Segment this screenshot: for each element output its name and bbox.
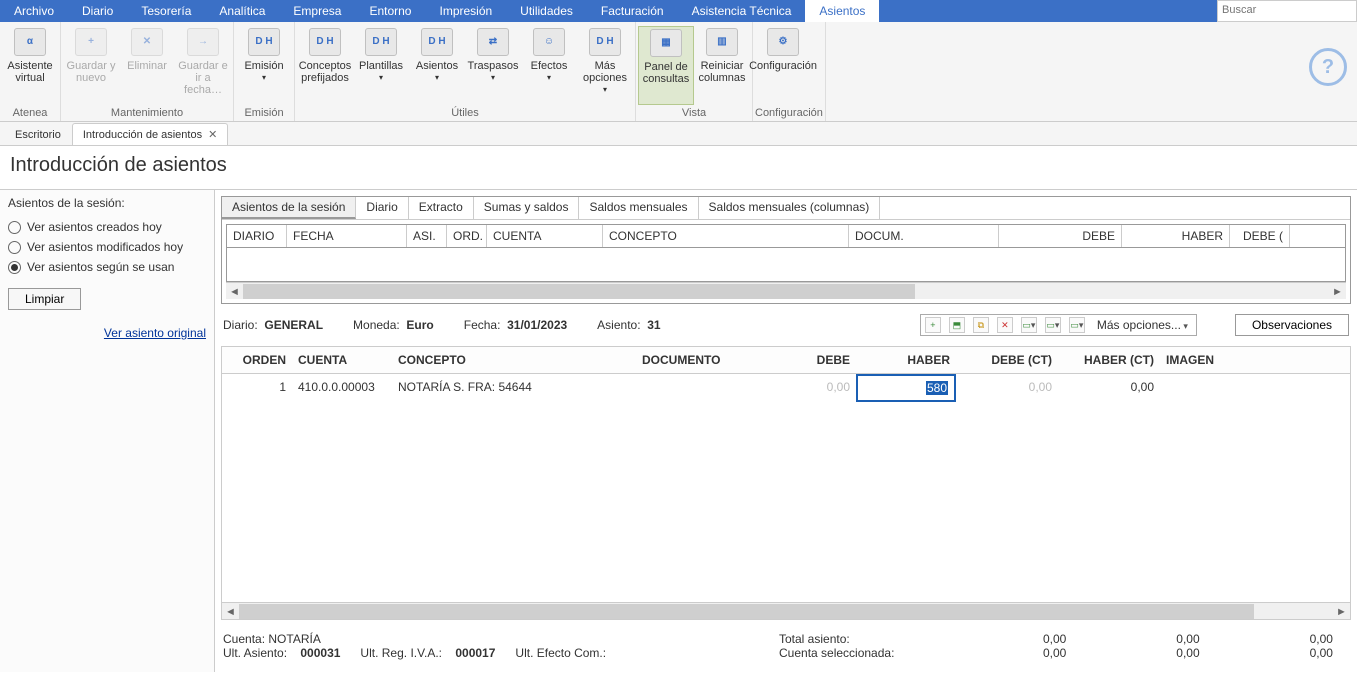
menu-asientos[interactable]: Asientos (805, 0, 879, 22)
query-col-header[interactable]: HABER (1122, 225, 1230, 247)
entry-grid-header: ORDEN CUENTA CONCEPTO DOCUMENTO DEBE HAB… (222, 347, 1350, 374)
session-filter-2[interactable]: Ver asientos según se usan (8, 260, 206, 274)
footer: Cuenta: NOTARÍA Ult. Asiento: 000031 Ult… (221, 626, 1351, 666)
ribbon-asistente[interactable]: αAsistente virtual (2, 26, 58, 105)
help-icon[interactable]: ? (1309, 48, 1347, 86)
sidebar: Asientos de la sesión: Ver asientos crea… (0, 190, 215, 672)
ribbon-asien[interactable]: D HAsientos▾ (409, 26, 465, 105)
entry-toolbar: + ⬒ ⧉ ✕ ▭ ▭ ▭ Más opciones... (920, 314, 1197, 336)
sidebar-title: Asientos de la sesión: (8, 196, 206, 210)
menu-impresión[interactable]: Impresión (425, 0, 506, 22)
table-row[interactable]: 1 410.0.0.00003 NOTARÍA S. FRA: 54644 0,… (222, 374, 1350, 402)
insert-line-icon[interactable]: ⬒ (949, 317, 965, 333)
query-col-header[interactable]: CUENTA (487, 225, 603, 247)
dup-line-icon[interactable]: ⧉ (973, 317, 989, 333)
more2-icon[interactable]: ▭ (1045, 317, 1061, 333)
view-original-link[interactable]: Ver asiento original (8, 326, 206, 340)
delete-line-icon[interactable]: ✕ (997, 317, 1013, 333)
menu-utilidades[interactable]: Utilidades (506, 0, 587, 22)
query-tab-0[interactable]: Asientos de la sesión (222, 197, 356, 219)
close-icon[interactable]: ✕ (208, 129, 217, 141)
menu-tesorería[interactable]: Tesorería (127, 0, 205, 22)
doc-tab[interactable]: Introducción de asientos✕ (72, 123, 228, 145)
more1-icon[interactable]: ▭ (1021, 317, 1037, 333)
ribbon-elim: ✕Eliminar (119, 26, 175, 105)
entry-info-row: Diario: GENERAL Moneda: Euro Fecha: 31/0… (221, 310, 1351, 340)
new-line-icon[interactable]: + (925, 317, 941, 333)
session-filter-0[interactable]: Ver asientos creados hoy (8, 220, 206, 234)
query-panel: Asientos de la sesiónDiarioExtractoSumas… (221, 196, 1351, 304)
search-input[interactable] (1218, 1, 1356, 19)
more-options-button[interactable]: Más opciones... (1093, 318, 1192, 332)
query-tab-4[interactable]: Saldos mensuales (579, 197, 698, 219)
ribbon: αAsistente virtualAtenea+Guardar y nuevo… (0, 22, 1357, 122)
session-filter-1[interactable]: Ver asientos modificados hoy (8, 240, 206, 254)
ribbon-tras[interactable]: ⇄Traspasos▾ (465, 26, 521, 105)
query-col-header[interactable]: DEBE (999, 225, 1122, 247)
ribbon-conf[interactable]: ⚙Configuración (755, 26, 811, 105)
menu-entorno[interactable]: Entorno (355, 0, 425, 22)
query-col-header[interactable]: DEBE ( (1230, 225, 1290, 247)
ribbon-reinc[interactable]: ▥Reiniciar columnas (694, 26, 750, 105)
menubar: ArchivoDiarioTesoreríaAnalíticaEmpresaEn… (0, 0, 1357, 22)
ribbon-efec[interactable]: ☺Efectos▾ (521, 26, 577, 105)
ribbon-plant[interactable]: D HPlantillas▾ (353, 26, 409, 105)
query-tab-5[interactable]: Saldos mensuales (columnas) (699, 197, 881, 219)
query-col-header[interactable]: FECHA (287, 225, 407, 247)
menu-facturación[interactable]: Facturación (587, 0, 678, 22)
ribbon-panel[interactable]: ▦Panel de consultas (638, 26, 694, 105)
menu-archivo[interactable]: Archivo (0, 0, 68, 22)
query-col-header[interactable]: DIARIO (227, 225, 287, 247)
haber-input[interactable]: 580 (856, 374, 956, 402)
ribbon-mas[interactable]: D HMás opciones▾ (577, 26, 633, 105)
ribbon-gfecha: →Guardar e ir a fecha… (175, 26, 231, 105)
page-title: Introducción de asientos (0, 146, 1357, 190)
ribbon-gnuevo: +Guardar y nuevo (63, 26, 119, 105)
observations-button[interactable]: Observaciones (1235, 314, 1349, 336)
query-col-header[interactable]: CONCEPTO (603, 225, 849, 247)
clear-button[interactable]: Limpiar (8, 288, 81, 310)
menu-empresa[interactable]: Empresa (279, 0, 355, 22)
query-tab-1[interactable]: Diario (356, 197, 408, 219)
menu-diario[interactable]: Diario (68, 0, 127, 22)
query-grid-header: DIARIOFECHAASI.ORD.CUENTACONCEPTODOCUM.D… (226, 224, 1346, 248)
document-tabs: EscritorioIntroducción de asientos✕ (0, 122, 1357, 146)
query-scrollbar[interactable]: ◄ ► (226, 282, 1346, 299)
entry-scrollbar[interactable]: ◄ ► (222, 602, 1350, 619)
menu-analítica[interactable]: Analítica (205, 0, 279, 22)
menu-asistencia técnica[interactable]: Asistencia Técnica (678, 0, 806, 22)
query-col-header[interactable]: ORD. (447, 225, 487, 247)
entry-grid: ORDEN CUENTA CONCEPTO DOCUMENTO DEBE HAB… (221, 346, 1351, 620)
more3-icon[interactable]: ▭ (1069, 317, 1085, 333)
query-tab-3[interactable]: Sumas y saldos (474, 197, 580, 219)
query-tab-2[interactable]: Extracto (409, 197, 474, 219)
ribbon-emis[interactable]: D HEmisión▾ (236, 26, 292, 105)
query-col-header[interactable]: DOCUM. (849, 225, 999, 247)
doc-tab[interactable]: Escritorio (4, 124, 72, 145)
ribbon-conc[interactable]: D HConceptos prefijados (297, 26, 353, 105)
search-box (1217, 0, 1357, 22)
query-col-header[interactable]: ASI. (407, 225, 447, 247)
query-grid-body (226, 248, 1346, 282)
